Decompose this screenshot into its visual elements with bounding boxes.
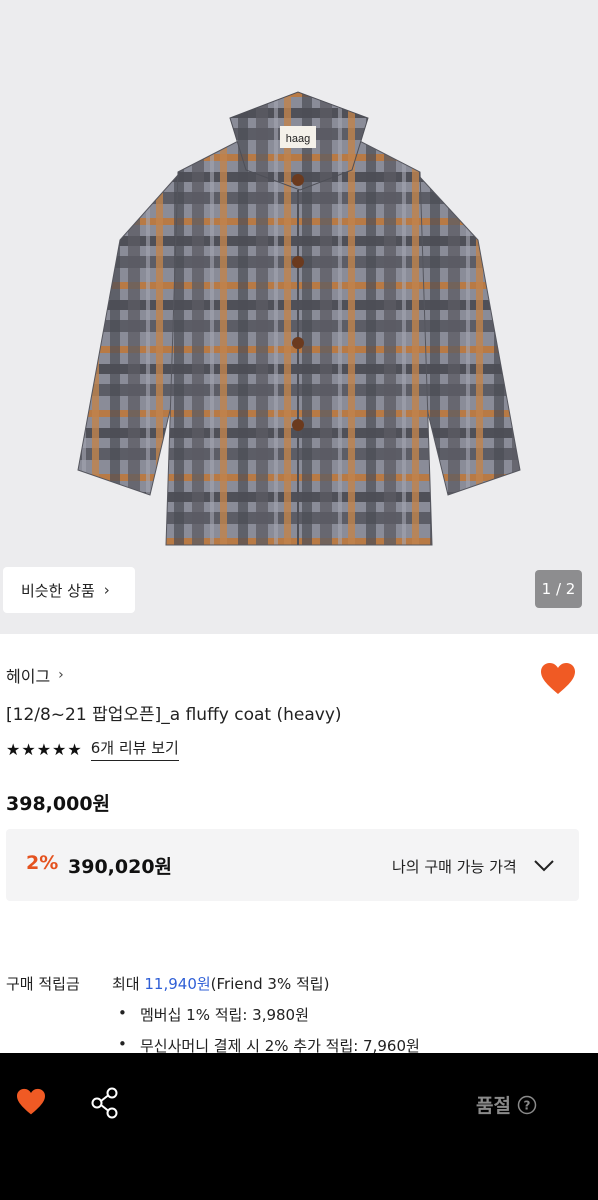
like-heart-icon[interactable] xyxy=(540,662,576,696)
points-max-prefix: 최대 xyxy=(112,975,145,993)
chevron-right-icon: › xyxy=(103,581,110,599)
similar-products-label: 비슷한 상품 xyxy=(21,581,95,600)
brand-label-tag: haag xyxy=(286,133,310,145)
discount-price-box[interactable]: 2% 390,020원 나의 구매 가능 가격 xyxy=(6,829,579,901)
original-price: 398,000원 xyxy=(6,793,111,815)
image-pager: 1 / 2 xyxy=(535,570,582,608)
bottom-action-bar xyxy=(0,1053,598,1200)
product-title: [12/8~21 팝업오픈]_a fluffy coat (heavy) xyxy=(6,705,342,725)
chevron-right-icon: › xyxy=(58,667,64,683)
rating-row: ★★★★★ 6개 리뷰 보기 xyxy=(6,737,179,761)
product-image-gallery[interactable]: haag 비슷한 상품 › 1 / 2 xyxy=(0,0,598,634)
points-label: 구매 적립금 xyxy=(6,975,80,993)
svg-text:?: ? xyxy=(523,1098,530,1112)
sold-out-status: 품절 ? xyxy=(476,1091,537,1118)
points-max: 최대 11,940원(Friend 3% 적립) xyxy=(112,973,329,994)
similar-products-button[interactable]: 비슷한 상품 › xyxy=(3,567,135,613)
star-rating-icon: ★★★★★ xyxy=(6,739,83,759)
share-icon[interactable] xyxy=(90,1087,120,1119)
list-item: 멤버십 1% 적립: 3,980원 xyxy=(118,1004,420,1025)
brand-name: 헤이그 xyxy=(6,667,51,686)
help-icon[interactable]: ? xyxy=(517,1095,537,1115)
discount-price: 390,020원 xyxy=(68,856,173,878)
brand-link[interactable]: 헤이그 › xyxy=(6,663,64,687)
like-heart-icon[interactable] xyxy=(16,1088,46,1116)
points-max-suffix: (Friend 3% 적립) xyxy=(210,975,330,993)
points-max-amount: 11,940원 xyxy=(144,975,211,993)
discount-rate: 2% xyxy=(26,852,59,874)
product-image[interactable]: haag xyxy=(0,0,598,634)
sold-out-label: 품절 xyxy=(476,1095,511,1117)
review-link[interactable]: 6개 리뷰 보기 xyxy=(90,737,179,761)
chevron-down-icon[interactable] xyxy=(533,857,555,873)
my-price-label: 나의 구매 가능 가격 xyxy=(392,858,517,876)
